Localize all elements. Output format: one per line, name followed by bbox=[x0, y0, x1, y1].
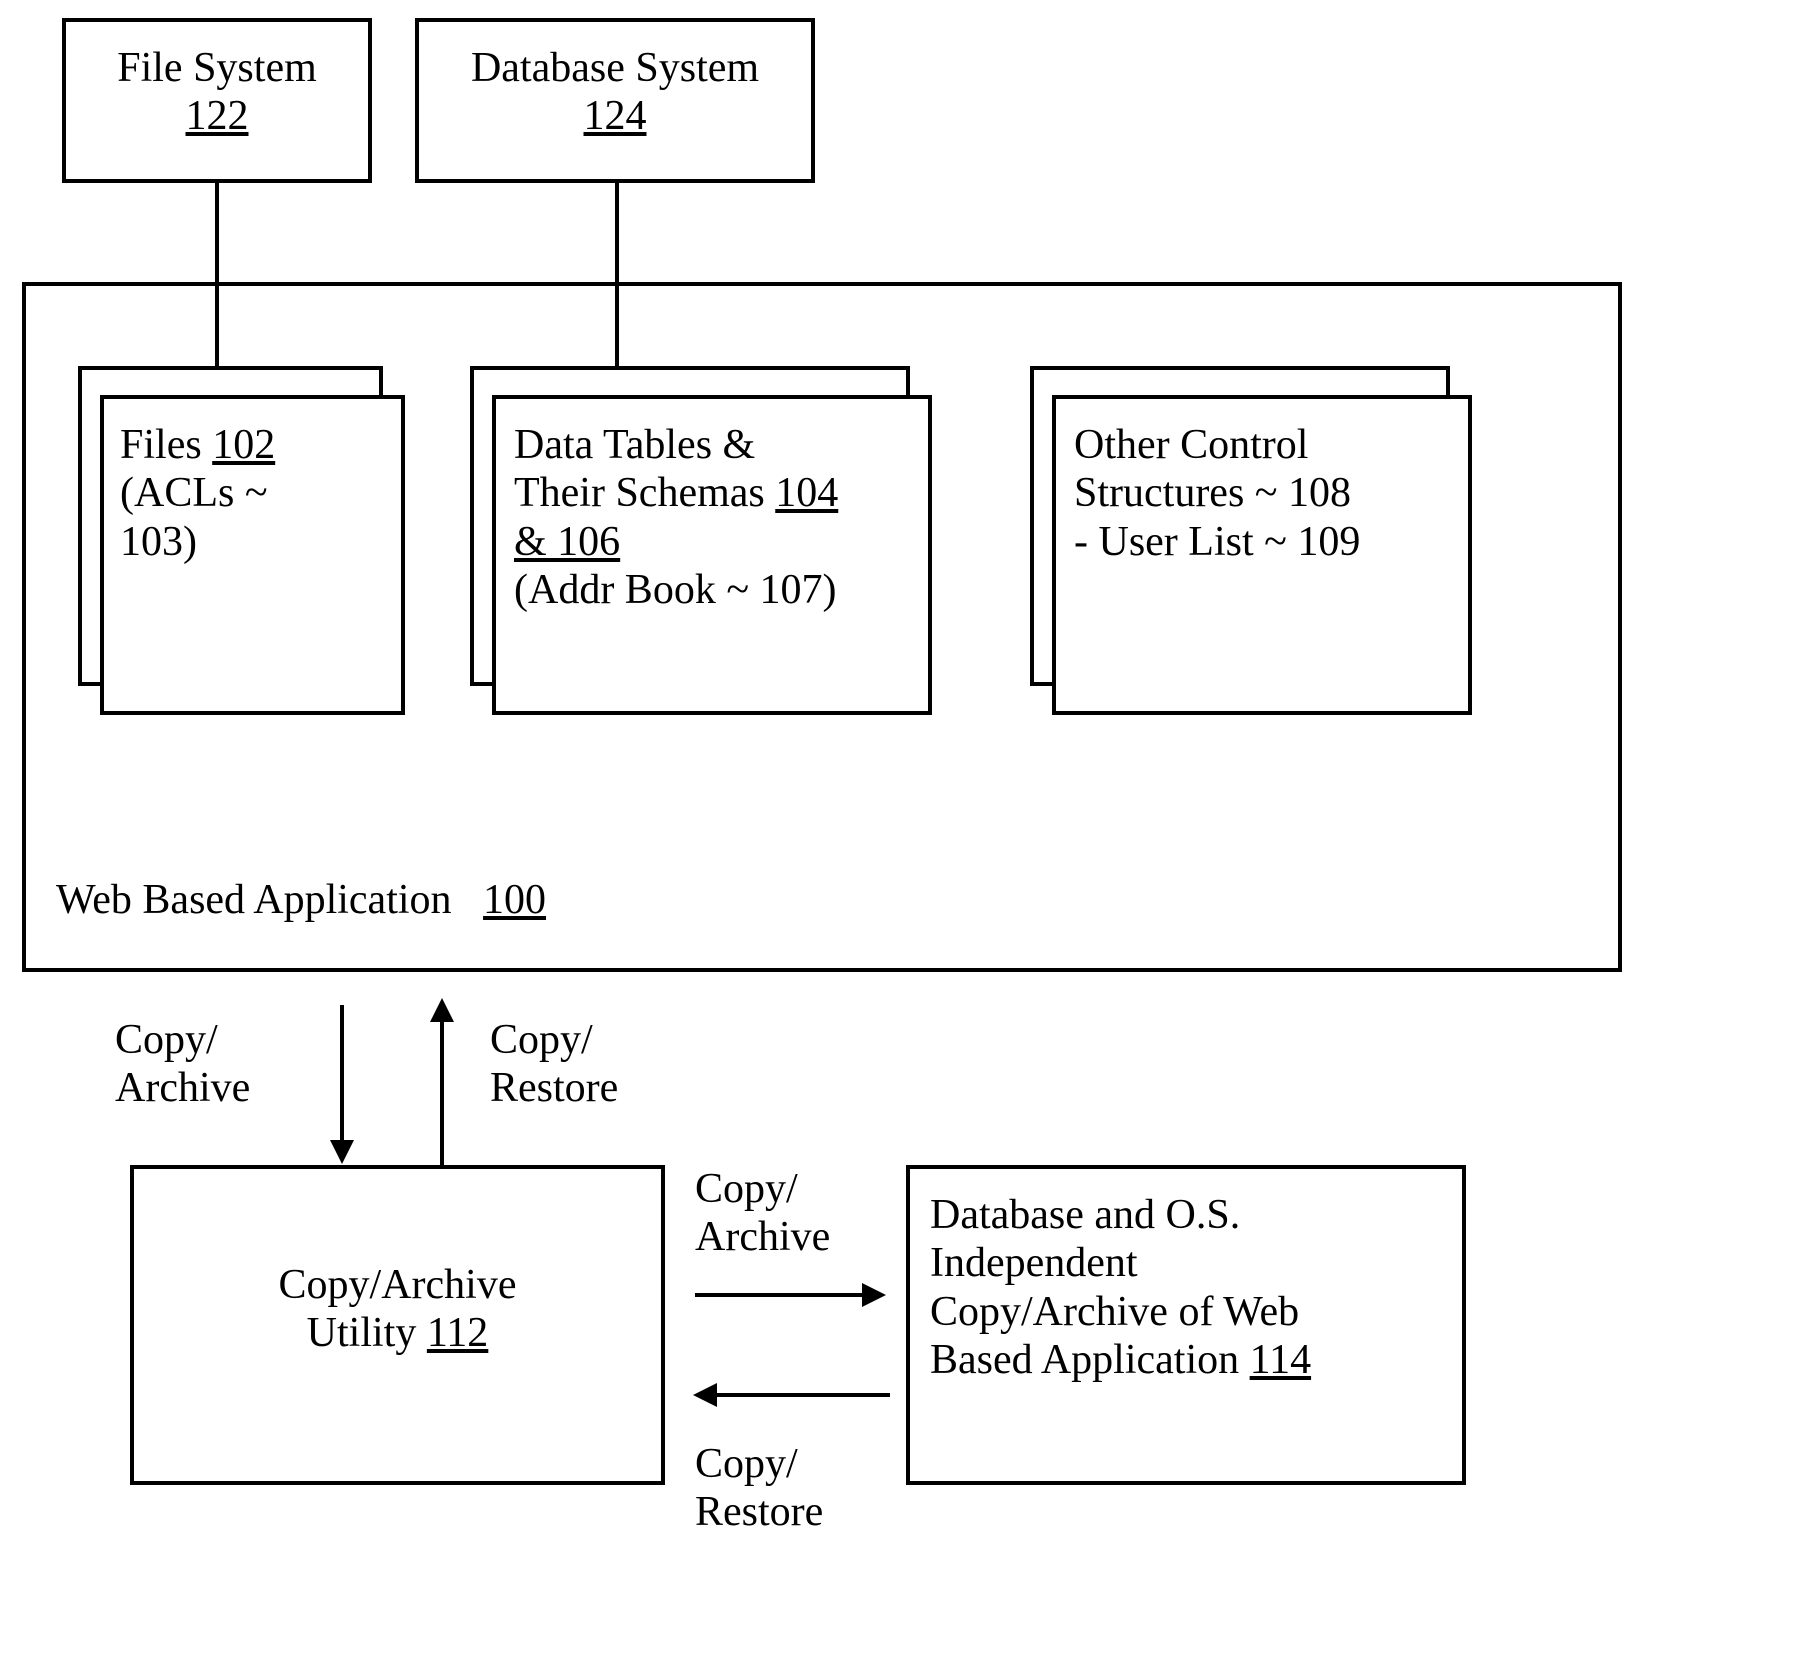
output-box: Database and O.S. Independent Copy/Archi… bbox=[906, 1165, 1466, 1485]
data-tables-line2: Their Schemas 104 bbox=[514, 469, 910, 517]
copy-restore-l1: Copy/ bbox=[490, 1016, 618, 1064]
output-line3: Copy/Archive of Web bbox=[930, 1288, 1442, 1336]
data-tables-line3: & 106 bbox=[514, 518, 910, 566]
data-tables-line4: (Addr Book ~ 107) bbox=[514, 566, 910, 614]
utility-line2-pre: Utility bbox=[307, 1310, 427, 1356]
other-control-line1: Other Control bbox=[1074, 421, 1450, 469]
copy-restore-h-l1: Copy/ bbox=[695, 1440, 823, 1488]
data-tables-line2-pre: Their Schemas bbox=[514, 470, 775, 516]
file-system-box: File System 122 bbox=[62, 18, 372, 183]
other-control-line2: Structures ~ 108 bbox=[1074, 469, 1450, 517]
file-system-ref: 122 bbox=[66, 92, 368, 140]
copy-archive-label-vert: Copy/ Archive bbox=[115, 1016, 250, 1113]
copy-archive-h-l2: Archive bbox=[695, 1213, 830, 1261]
web-app-title: Web Based Application bbox=[56, 877, 452, 923]
copy-restore-label-vert: Copy/ Restore bbox=[490, 1016, 618, 1113]
output-line4-pre: Based Application bbox=[930, 1337, 1250, 1383]
other-control-box: Other Control Structures ~ 108 - User Li… bbox=[1052, 395, 1472, 715]
copy-archive-label-horiz: Copy/ Archive bbox=[695, 1165, 830, 1262]
arrow-right-line bbox=[695, 1293, 865, 1297]
copy-archive-l1: Copy/ bbox=[115, 1016, 250, 1064]
data-tables-line1: Data Tables & bbox=[514, 421, 910, 469]
arrow-down-head-icon bbox=[330, 1140, 354, 1164]
output-line4-ref: 114 bbox=[1250, 1337, 1311, 1383]
copy-restore-l2: Restore bbox=[490, 1064, 618, 1112]
file-system-title: File System bbox=[66, 44, 368, 92]
data-tables-line3-ref: & 106 bbox=[514, 519, 620, 565]
web-app-ref: 100 bbox=[483, 877, 546, 923]
utility-line1: Copy/Archive bbox=[134, 1261, 661, 1309]
files-box: Files 102 (ACLs ~ 103) bbox=[100, 395, 405, 715]
arrow-left-line bbox=[715, 1393, 890, 1397]
copy-archive-l2: Archive bbox=[115, 1064, 250, 1112]
arrow-up-head-icon bbox=[430, 998, 454, 1022]
database-system-box: Database System 124 bbox=[415, 18, 815, 183]
copy-restore-h-l2: Restore bbox=[695, 1488, 823, 1536]
files-line2: (ACLs ~ bbox=[120, 469, 385, 517]
arrow-left-head-icon bbox=[693, 1383, 717, 1407]
database-system-title: Database System bbox=[419, 44, 811, 92]
copy-restore-label-horiz: Copy/ Restore bbox=[695, 1440, 823, 1537]
arrow-down-line bbox=[340, 1005, 344, 1145]
utility-line2: Utility 112 bbox=[134, 1309, 661, 1357]
files-line1-pre: Files bbox=[120, 422, 212, 468]
data-tables-line2-ref: 104 bbox=[775, 470, 838, 516]
other-control-line3: - User List ~ 109 bbox=[1074, 518, 1450, 566]
output-line1: Database and O.S. bbox=[930, 1191, 1442, 1239]
copy-archive-h-l1: Copy/ bbox=[695, 1165, 830, 1213]
utility-box: Copy/Archive Utility 112 bbox=[130, 1165, 665, 1485]
utility-line2-ref: 112 bbox=[427, 1310, 488, 1356]
files-line1: Files 102 bbox=[120, 421, 385, 469]
web-app-caption: Web Based Application 100 bbox=[56, 876, 546, 924]
files-line3: 103) bbox=[120, 518, 385, 566]
data-tables-box: Data Tables & Their Schemas 104 & 106 (A… bbox=[492, 395, 932, 715]
database-system-ref: 124 bbox=[419, 92, 811, 140]
arrow-right-head-icon bbox=[862, 1283, 886, 1307]
output-line4: Based Application 114 bbox=[930, 1336, 1442, 1384]
output-line2: Independent bbox=[930, 1239, 1442, 1287]
arrow-up-line bbox=[440, 1020, 444, 1165]
files-line1-ref: 102 bbox=[212, 422, 275, 468]
